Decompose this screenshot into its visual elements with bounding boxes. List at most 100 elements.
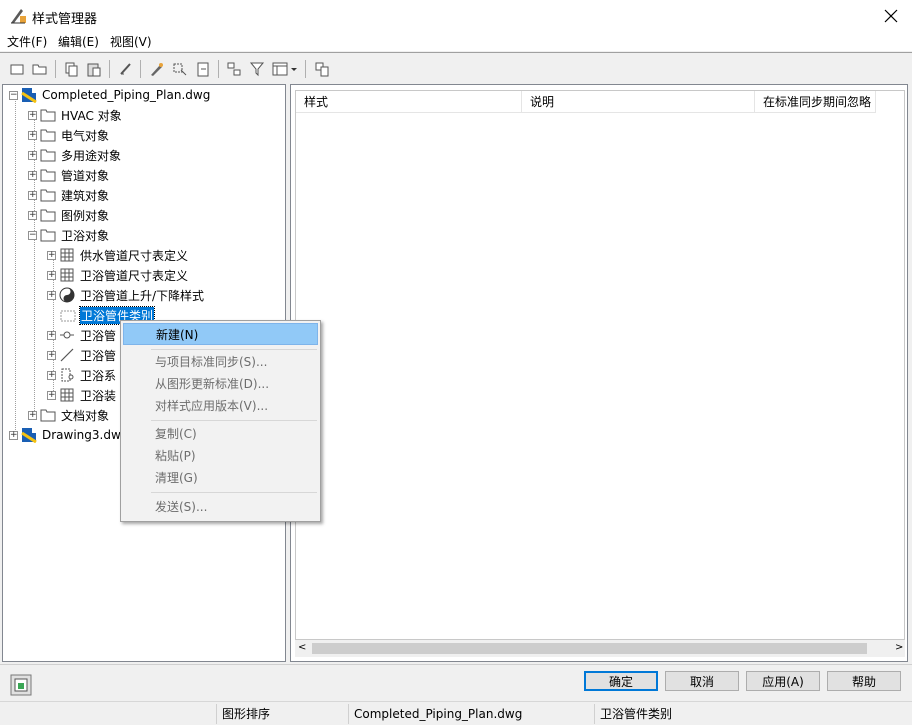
tree-node-label: HVAC 对象 [61, 108, 122, 123]
column-header: 样式 说明 在标准同步期间忽略 [296, 91, 876, 113]
menu-separator [151, 349, 317, 350]
tree-node-label: 卫浴管 [80, 348, 117, 363]
expand-toggle[interactable]: + [28, 190, 37, 200]
drawing-icon [21, 87, 37, 103]
tree-node-label: Drawing3.dw [42, 428, 121, 442]
status-divider [348, 704, 349, 724]
window-title: 样式管理器 [32, 12, 98, 27]
menu-separator [151, 420, 317, 421]
tree-node-fitting[interactable]: + 卫浴管 [47, 326, 117, 344]
close-icon [884, 9, 898, 22]
menu-item-update-standards[interactable]: 从图形更新标准(D)... [123, 373, 318, 395]
toolbar-separator [55, 60, 56, 78]
expand-toggle[interactable]: + [47, 290, 56, 300]
separator [0, 664, 912, 665]
expand-toggle[interactable]: + [28, 110, 37, 120]
expand-toggle[interactable]: + [47, 390, 56, 400]
menu-view[interactable]: 视图(V) [110, 33, 152, 50]
folder-icon [40, 187, 56, 203]
tree-node-legend[interactable]: + 图例对象 [28, 206, 110, 224]
tree-node-label: 卫浴管道上升/下降样式 [80, 288, 205, 303]
menu-item-send[interactable]: 发送(S)... [123, 496, 318, 518]
collapse-toggle[interactable]: − [9, 90, 18, 100]
apply-button[interactable]: 应用(A) [746, 671, 820, 691]
ok-button[interactable]: 确定 [584, 671, 658, 691]
edit-style-icon[interactable] [147, 59, 167, 79]
import-icon[interactable] [193, 59, 213, 79]
horizontal-scrollbar[interactable]: < > [295, 640, 905, 657]
menu-item-sync-project-standards[interactable]: 与项目标准同步(S)... [123, 351, 318, 373]
style-list-pane: 样式 说明 在标准同步期间忽略 < > [290, 84, 908, 662]
expand-toggle[interactable]: + [28, 210, 37, 220]
expand-toggle[interactable]: + [47, 350, 56, 360]
tree-node-rise-drop[interactable]: + 卫浴管道上升/下降样式 [47, 286, 205, 304]
tree-node-hvac[interactable]: + HVAC 对象 [28, 106, 123, 124]
expand-toggle[interactable]: + [47, 330, 56, 340]
fitting-icon [59, 327, 75, 343]
tree-node-plumbing-pipe-size[interactable]: + 卫浴管道尺寸表定义 [47, 266, 189, 284]
toolbar-separator [305, 60, 306, 78]
tree-node-system[interactable]: + 卫浴系 [47, 366, 117, 384]
status-bar: 图形排序 Completed_Piping_Plan.dwg 卫浴管件类别 [0, 701, 912, 725]
copy-icon[interactable] [61, 59, 81, 79]
sync-icon[interactable] [170, 59, 190, 79]
expand-toggle[interactable]: + [28, 410, 37, 420]
tree-node-plumbing[interactable]: − 卫浴对象 [28, 226, 110, 244]
expand-toggle[interactable]: + [9, 430, 18, 440]
expand-toggle[interactable]: + [47, 250, 56, 260]
tree-node-pipe[interactable]: + 卫浴管 [47, 346, 117, 364]
collapse-toggle[interactable]: − [28, 230, 37, 240]
column-ignore-sync[interactable]: 在标准同步期间忽略 [755, 91, 876, 113]
column-description[interactable]: 说明 [522, 91, 755, 113]
column-style[interactable]: 样式 [296, 91, 522, 113]
style-list[interactable]: 样式 说明 在标准同步期间忽略 [295, 90, 905, 640]
tree-node-label: 卫浴管道尺寸表定义 [80, 268, 189, 283]
display-props-icon[interactable] [10, 674, 32, 696]
sort-icon[interactable] [224, 59, 244, 79]
menu-item-apply-version[interactable]: 对样式应用版本(V)... [123, 395, 318, 417]
tree-node-drawing3[interactable]: + Drawing3.dw [9, 426, 122, 444]
folder-icon [40, 127, 56, 143]
menu-item-paste[interactable]: 粘贴(P) [123, 445, 318, 467]
menu-item-copy[interactable]: 复制(C) [123, 423, 318, 445]
tree-node-documentation[interactable]: + 文档对象 [28, 406, 110, 424]
toolbar-separator [218, 60, 219, 78]
tree-node-label: 图例对象 [61, 208, 110, 223]
tree-node-multipurpose[interactable]: + 多用途对象 [28, 146, 122, 164]
status-sort: 图形排序 [222, 707, 271, 721]
menu-file[interactable]: 文件(F) [7, 33, 47, 50]
toolbar-separator [140, 60, 141, 78]
folder-icon [40, 407, 56, 423]
expand-toggle[interactable]: + [47, 270, 56, 280]
menu-item-purge[interactable]: 清理(G) [123, 467, 318, 489]
expand-toggle[interactable]: + [28, 170, 37, 180]
help-button[interactable]: 帮助 [827, 671, 901, 691]
drawing-icon [21, 427, 37, 443]
paste-icon[interactable] [84, 59, 104, 79]
expand-toggle[interactable]: + [28, 130, 37, 140]
open-icon[interactable] [30, 59, 50, 79]
cancel-button[interactable]: 取消 [665, 671, 739, 691]
expand-toggle[interactable]: + [47, 370, 56, 380]
tree-node-electrical[interactable]: + 电气对象 [28, 126, 110, 144]
view-menu-icon[interactable] [270, 59, 300, 79]
tree-node-fixture[interactable]: + 卫浴装 [47, 386, 117, 404]
menu-edit[interactable]: 编辑(E) [58, 33, 99, 50]
tree-node-drawing[interactable]: − Completed_Piping_Plan.dwg [9, 86, 211, 104]
tree-node-piping[interactable]: + 管道对象 [28, 166, 110, 184]
scrollbar-thumb[interactable] [312, 643, 867, 654]
purge-icon[interactable] [116, 59, 136, 79]
scroll-right-icon[interactable]: > [895, 642, 903, 653]
scroll-left-icon[interactable]: < [298, 642, 306, 653]
tree-node-architectural[interactable]: + 建筑对象 [28, 186, 110, 204]
close-button[interactable] [870, 0, 912, 31]
menu-item-new[interactable]: 新建(N) [123, 323, 318, 345]
new-icon[interactable] [7, 59, 27, 79]
help-icon[interactable] [312, 59, 332, 79]
folder-icon [40, 147, 56, 163]
status-divider [216, 704, 217, 724]
expand-toggle[interactable]: + [28, 150, 37, 160]
filter-icon[interactable] [247, 59, 267, 79]
title-bar: 样式管理器 [0, 0, 912, 31]
tree-node-supply-pipe-size[interactable]: + 供水管道尺寸表定义 [47, 246, 189, 264]
